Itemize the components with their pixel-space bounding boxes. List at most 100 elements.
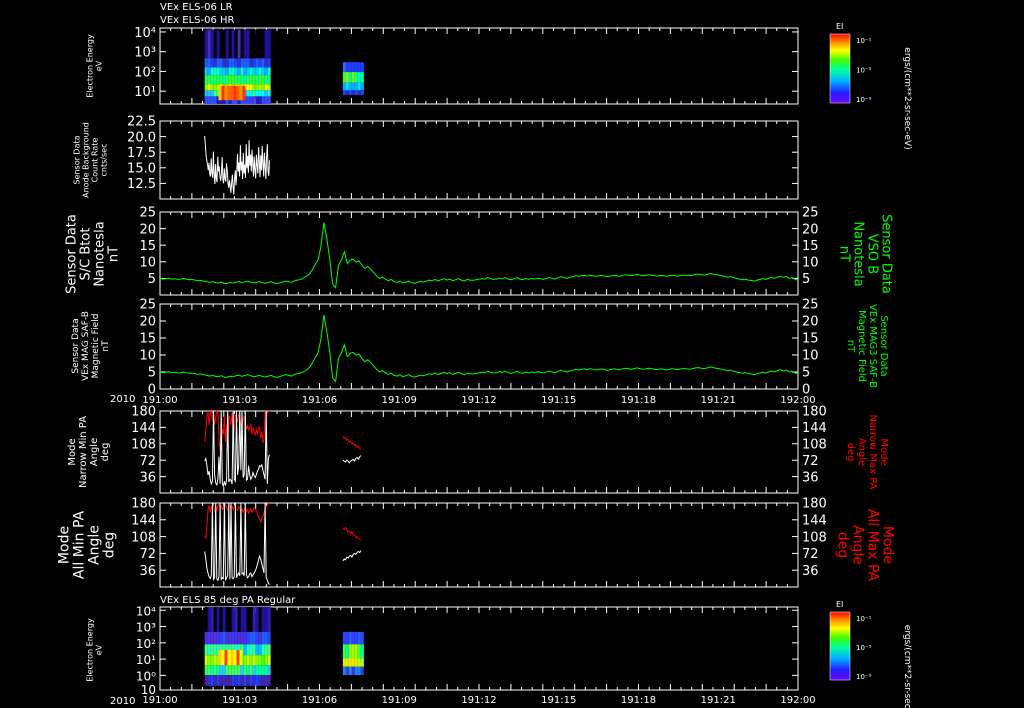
heatmap-0-cell [210,67,214,76]
ylabel-panel-4-line: Angle [89,438,100,466]
heatmap-6-cell [231,607,235,632]
right-label-panel-2-line: VSO B [864,234,879,274]
ylabel-panel-2-line: Sensor Data [65,214,80,294]
y-tick-label-right: 180 [802,405,827,420]
year-label-lower: 2010 [110,696,135,707]
heatmap-0-b-cell [351,62,355,73]
heatmap-6-cell [204,644,208,656]
y-tick-label: 10³ [136,621,156,635]
heatmap-6-cell [222,665,226,676]
heatmap-6-cell [246,675,250,686]
heatmap-6-b-cell [357,658,361,667]
heatmap-0-b-cell [360,72,364,83]
heatmap-0-b-cell [348,82,352,91]
y-tick-label: 10⁴ [134,26,156,41]
heatmap-6-b-cell [360,658,364,667]
heatmap-0-cell [204,90,208,97]
heatmap-0-cell [246,75,250,85]
y-tick-label: 180 [131,405,156,420]
heatmap-6-b-cell [342,658,346,667]
heatmap-0-cell [258,96,262,104]
heatmap-0-cell [213,75,217,85]
colorbar-unit: ergs/(cm**2-sr-sec-eV) [902,625,912,708]
series-btot [159,222,799,289]
x-tick-label: 191:06 [302,695,337,706]
heatmap-0-cell [258,67,262,76]
heatmap-0-cell [243,75,247,85]
heatmap-0-cell [219,58,223,68]
heatmap-6-cell [234,675,238,686]
heatmap-0-cell [210,96,214,104]
heatmap-6-cell [246,655,250,666]
heatmap-0-cell [231,58,235,68]
heatmap-0-cell [213,67,217,76]
heatmap-0-cell [213,58,217,68]
heatmap-0-cell [255,29,259,59]
heatmap-6-cell [240,631,244,645]
heatmap-6-b-cell [351,658,355,667]
colorbar-tick-label: 10⁻¹ [856,37,872,45]
y-tick-label: 144 [131,513,156,528]
header-line-1: VEx ELS-06 LR [160,2,233,13]
colorbar-unit: ergs/(cm**2-sr-sec-eV) [902,47,912,149]
heatmap-0-cell [219,75,223,85]
heatmap-0-cell [267,75,271,85]
heatmap-6-b-cell [348,666,352,676]
heatmap-0-cell [225,58,229,68]
heatmap-0-cell [237,58,241,68]
heatmap-0-cell [246,84,250,91]
heatmap-0-cell [267,90,271,97]
heatmap-0-cell [213,96,217,104]
heatmap-6-core-cell [218,650,222,666]
heatmap-0-cell [264,29,268,59]
heatmap-6-b-cell [351,631,355,645]
heatmap-0-cell [264,58,268,68]
heatmap-6-cell [264,675,268,686]
heatmap-6-cell [258,631,262,645]
heatmap-6-cell [258,644,262,656]
heatmap-6-cell [207,655,211,666]
heatmap-6-cell [213,665,217,676]
heatmap-0-cell [204,96,208,104]
heatmap-0-cell [204,29,208,59]
heatmap-0-cell [237,67,241,76]
heatmap-6-cell [228,607,232,632]
heatmap-6-cell [264,655,268,666]
y-tick-label: 108 [131,530,156,545]
heatmap-6-cell [210,631,214,645]
heatmap-6-cell [261,631,265,645]
x-tick-label: 192:00 [780,395,815,406]
heatmap-0-core-cell [230,85,234,101]
x-tick-label: 192:00 [780,695,815,706]
heatmap-0-cell [225,75,229,85]
heatmap-6-cell [207,644,211,656]
heatmap-6-cell [246,644,250,656]
heatmap-6-b-cell [351,644,355,659]
heatmap-6-b-cell [360,644,364,659]
ylabel-panel-1: Sensor Data Anode Background Count Rate cnt… [72,122,108,198]
series-background-rate [204,135,270,195]
heatmap-0-cell [240,58,244,68]
x-tick-label: 191:09 [382,695,417,706]
y-tick-label: 72 [139,547,156,562]
heatmap-0-cell [213,29,217,59]
colorbar [829,611,851,681]
ylabel-panel-3-line: Magnetic Field [91,314,101,379]
heatmap-0-cell [210,58,214,68]
ylabel-panel-1-line: Anode Background [81,122,90,198]
heatmap-6-cell [204,631,208,645]
heatmap-0-cell [267,67,271,76]
heatmap-0-cell [228,75,232,85]
right-label-panel-4-line: deg [845,443,856,462]
heatmap-0-b-cell [357,82,361,91]
y-tick-label: 15.0 [127,161,156,176]
y-tick-label: 5 [148,272,156,287]
y-tick-label: 10 [139,255,156,270]
colorbar-unit-text: ergs/(cm**2-sr-sec-eV) [902,47,912,149]
heatmap-6-cell [267,644,271,656]
heatmap-0-b-cell [357,90,361,95]
heatmap-0-cell [261,90,265,97]
panel-frame-4 [159,410,799,494]
heatmap-6-cell [255,675,259,686]
ylabel-panel-5-line: All Min PA [71,510,87,579]
